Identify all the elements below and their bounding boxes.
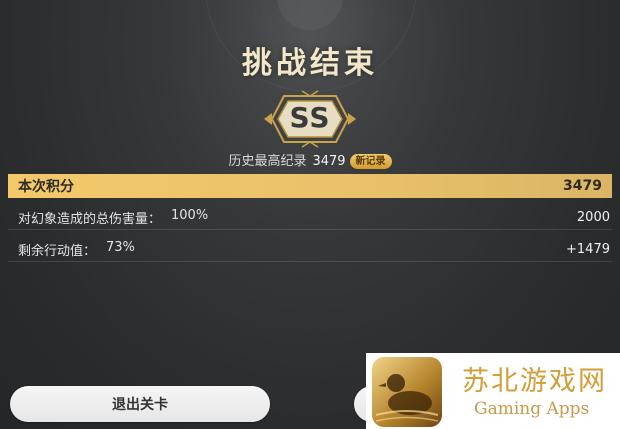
detail-percent: 73% (106, 240, 135, 255)
detail-value: +1479 (566, 242, 610, 257)
rank-badge: SS (262, 88, 358, 150)
detail-percent: 100% (171, 208, 209, 223)
detail-row-remaining-action: 剩余行动值： 73% +1479 (8, 238, 612, 262)
detail-label: 对幻象造成的总伤害量： (18, 212, 162, 227)
score-total-label: 本次积分 (18, 179, 74, 195)
watermark-subtitle: Gaming Apps (474, 399, 590, 419)
detail-label: 剩余行动值： (18, 244, 97, 259)
rank-grade: SS (289, 101, 331, 134)
results-screen: 挑战结束 SS 历史最高纪录 3479 新记录 本次积分 3479 对幻象造成的总伤… (0, 0, 620, 429)
exit-level-button[interactable]: 退出关卡 (10, 386, 270, 422)
new-record-badge: 新记录 (349, 154, 392, 169)
watermark-title: 苏北游戏网 (462, 366, 607, 397)
site-watermark: 苏北游戏网 Gaming Apps (366, 353, 620, 429)
detail-row-damage: 对幻象造成的总伤害量： 100% 2000 (8, 206, 612, 230)
best-record-value: 3479 (312, 154, 346, 169)
page-title: 挑战结束 (242, 46, 378, 81)
bird-logo-icon (375, 374, 439, 422)
best-record-label: 历史最高纪录 (228, 154, 307, 169)
detail-value: 2000 (576, 210, 610, 225)
score-total-row: 本次积分 3479 (8, 174, 612, 198)
score-total-value: 3479 (563, 178, 602, 194)
best-record-row: 历史最高纪录 3479 新记录 (0, 150, 620, 169)
site-logo (372, 357, 442, 427)
